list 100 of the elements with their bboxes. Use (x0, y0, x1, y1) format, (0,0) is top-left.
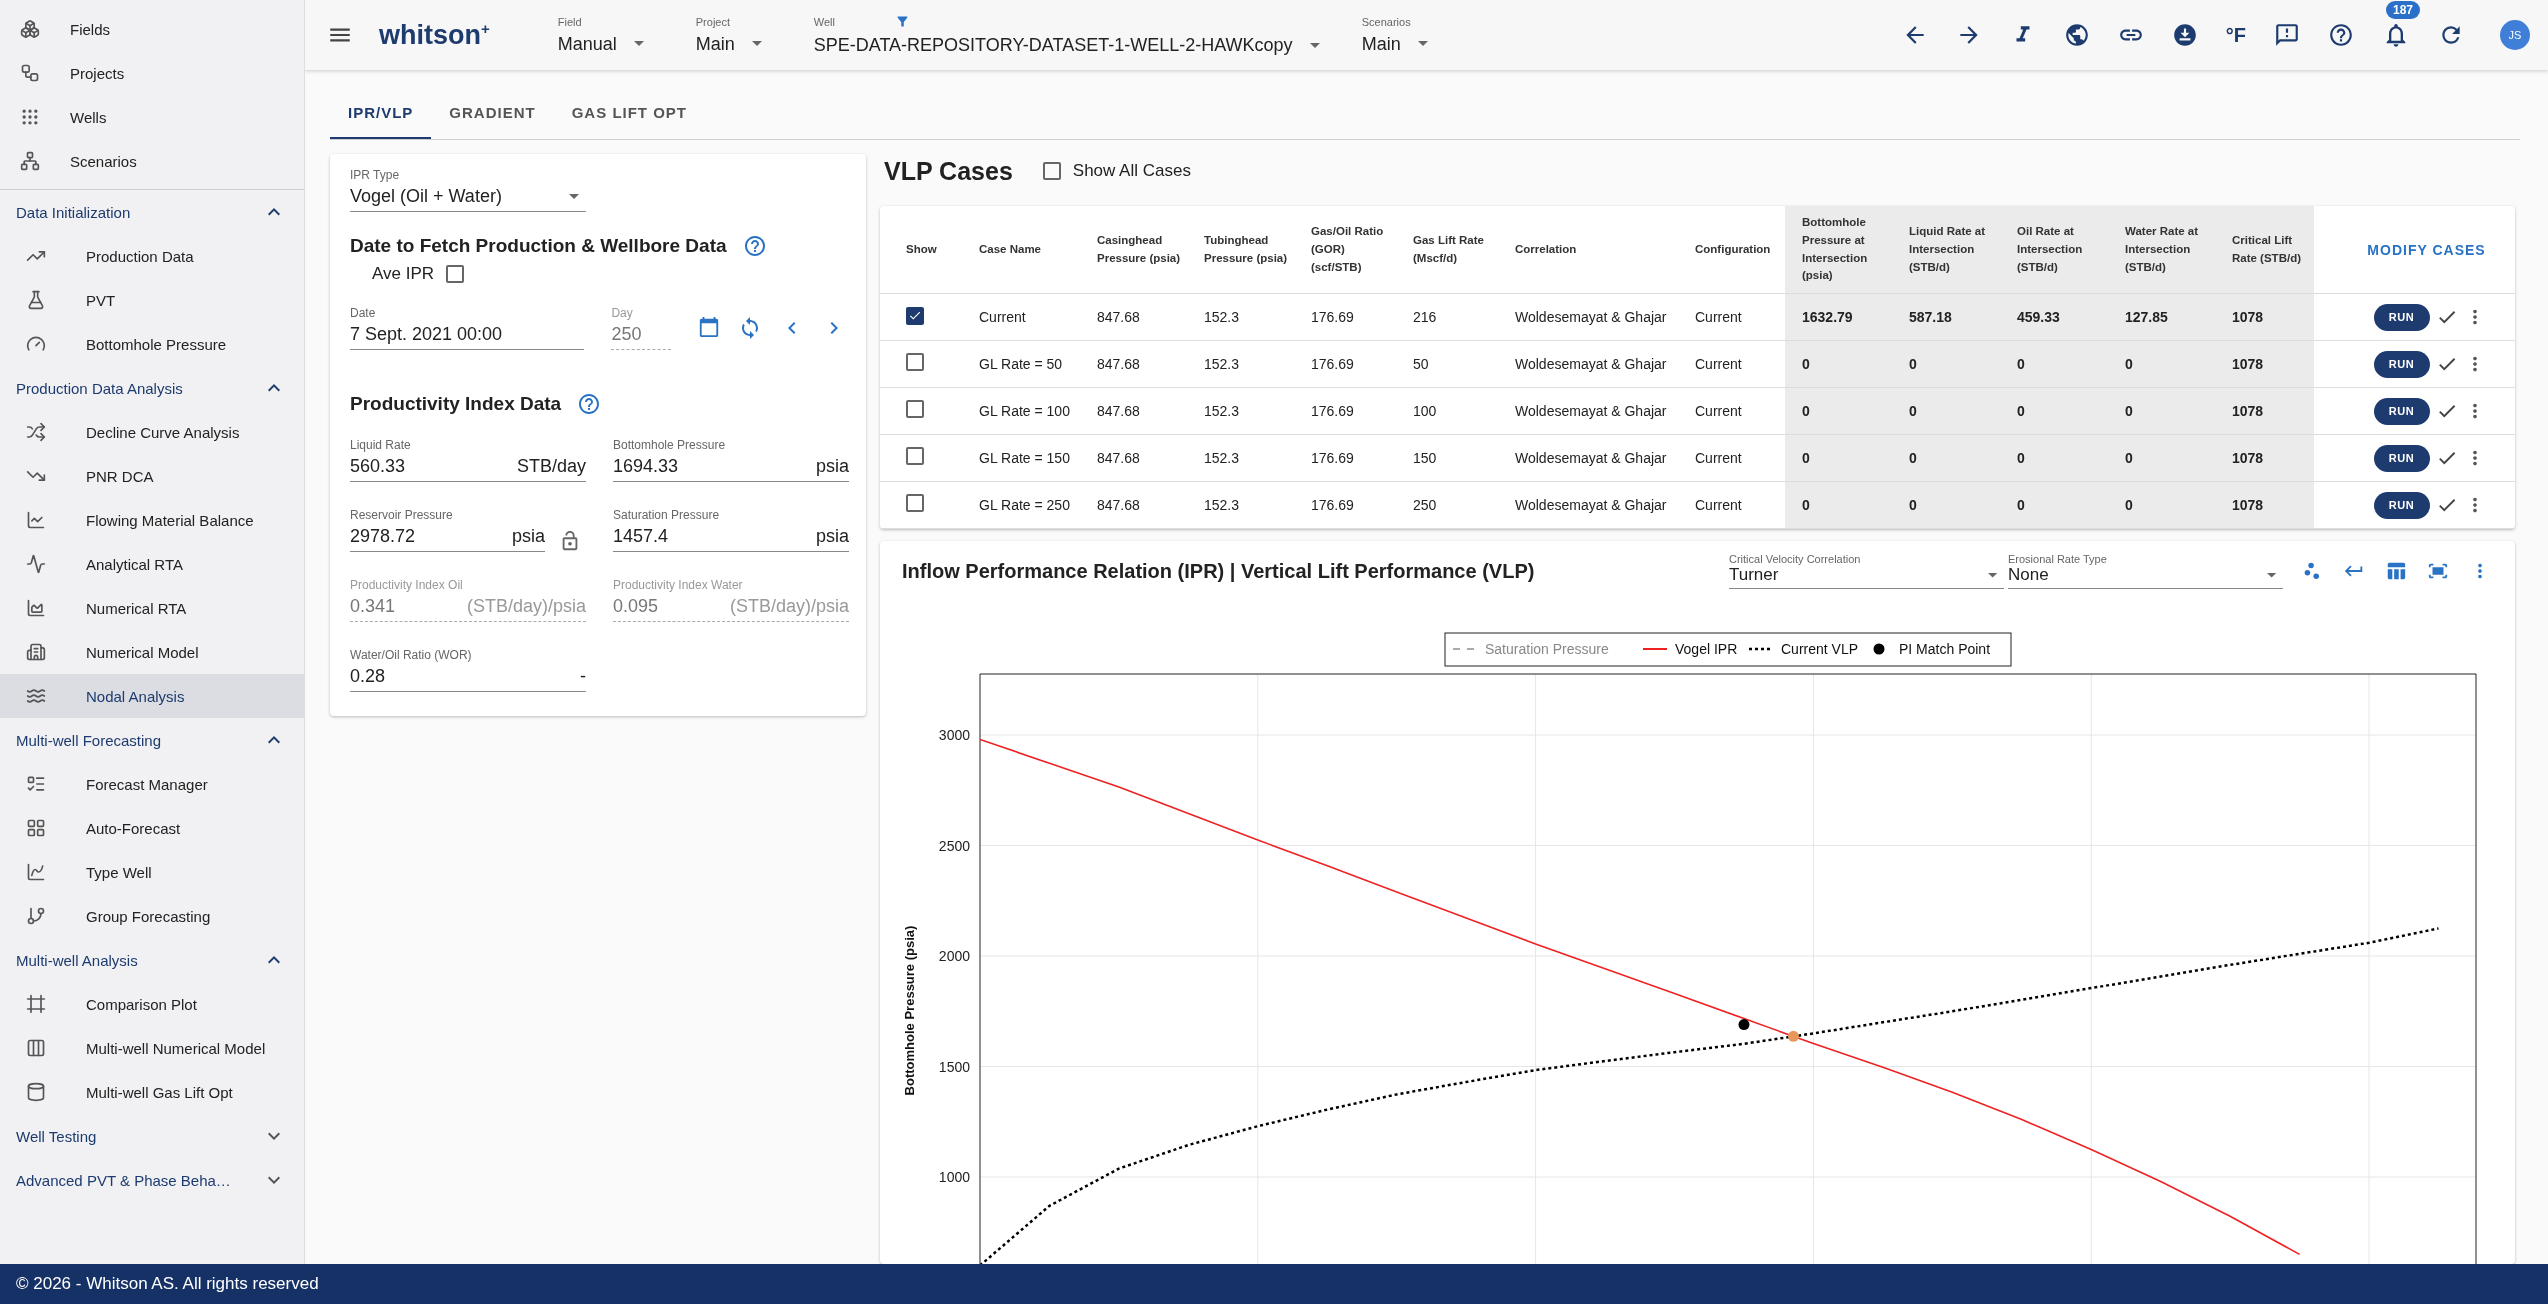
sidebar-item[interactable]: Forecast Manager (0, 762, 304, 806)
sidebar-item[interactable]: Decline Curve Analysis (0, 410, 304, 454)
checkbox[interactable] (446, 265, 465, 283)
checkbox[interactable] (906, 306, 924, 325)
sidebar-item[interactable]: Auto-Forecast (0, 806, 304, 850)
input-field[interactable]: Reservoir Pressure 2978.72 psia (350, 508, 545, 552)
sidebar-section-header[interactable]: Multi-well Analysis (0, 938, 304, 982)
sidebar-item[interactable]: Multi-well Numerical Model (0, 1026, 304, 1070)
run-button[interactable]: RUN (2373, 397, 2430, 425)
tab[interactable]: GRADIENT (431, 88, 554, 139)
column-header: Tubinghead Pressure (psia) (1187, 206, 1294, 294)
checkbox[interactable] (906, 447, 924, 466)
sidebar-item-icon (20, 19, 40, 39)
sidebar-item[interactable]: Analytical RTA (0, 542, 304, 586)
section-title: Date to Fetch Production & Wellbore Data (350, 235, 727, 257)
globe-icon[interactable] (2063, 22, 2090, 48)
sidebar-item-icon (26, 774, 46, 794)
sidebar-item[interactable]: Scenarios (0, 139, 304, 183)
table-cell: GL Rate = 150 (962, 434, 1080, 482)
sidebar-item[interactable]: Numerical RTA (0, 586, 304, 630)
sidebar-item[interactable]: Multi-well Gas Lift Opt (0, 1070, 304, 1114)
sidebar-item[interactable]: Group Forecasting (0, 894, 304, 938)
sidebar-item[interactable]: Flowing Material Balance (0, 498, 304, 542)
sidebar-item[interactable]: Production Data (0, 234, 304, 278)
table-cell: 152.3 (1187, 293, 1294, 341)
select-field[interactable]: Erosional Rate Type None (2008, 553, 2283, 590)
section-title: VLP Cases (884, 156, 1013, 186)
sidebar-section-header[interactable]: Advanced PVT & Phase Beha… (0, 1158, 304, 1202)
table-cell: 847.68 (1080, 481, 1187, 529)
sidebar-item-icon (26, 598, 46, 618)
sidebar-item[interactable]: Nodal Analysis (0, 674, 304, 718)
sidebar-item[interactable]: Fields (0, 7, 304, 51)
selector-dropdown[interactable]: Well SPE-DATA-REPOSITORY-DATASET-1-WELL-2-HAWKcopy (813, 14, 1334, 56)
sidebar-item[interactable]: Projects (0, 51, 304, 95)
caret-icon (1417, 41, 1428, 47)
y-tick-label: 1500 (938, 1058, 970, 1075)
table-cell: 127.85 (2108, 293, 2215, 341)
sidebar-item[interactable]: Numerical Model (0, 630, 304, 674)
selector-dropdown[interactable]: Project Main (695, 15, 786, 55)
modify-cases-button[interactable]: MODIFY CASES (2359, 237, 2494, 262)
input-field[interactable]: Bottomhole Pressure 1694.33 psia (613, 438, 849, 482)
sidebar-section-header[interactable]: Multi-well Forecasting (0, 718, 304, 762)
help-icon[interactable] (2328, 22, 2354, 48)
column-header: Correlation (1498, 206, 1678, 294)
download-icon[interactable] (2171, 22, 2198, 48)
select-field[interactable]: Critical Velocity Correlation Turner (1729, 553, 2004, 590)
legend-item[interactable]: Vogel IPR (1642, 641, 1738, 658)
run-button[interactable]: RUN (2373, 491, 2430, 519)
intersection-point (1787, 1031, 1799, 1043)
sidebar-item[interactable]: Bottomhole Pressure (0, 322, 304, 366)
input-field[interactable]: Water/Oil Ratio (WOR) 0.28 - (350, 648, 586, 692)
help-icon[interactable] (577, 392, 602, 416)
table-cell: 847.68 (1080, 293, 1187, 341)
checkbox[interactable] (1042, 162, 1061, 180)
table-cell: 0 (1892, 434, 2000, 482)
checkbox[interactable] (906, 494, 924, 513)
table-cell: GL Rate = 250 (962, 481, 1080, 529)
sidebar-section-header[interactable]: Well Testing (0, 1114, 304, 1158)
sidebar-item-icon (26, 906, 46, 926)
y-axis-title: Bottomhole Pressure (psia) (902, 925, 917, 1096)
ipr-type-select[interactable]: IPR Type Vogel (Oil + Water) (350, 168, 586, 212)
tab[interactable]: IPR/VLP (330, 88, 432, 139)
sidebar-item[interactable]: Comparison Plot (0, 982, 304, 1026)
checkbox[interactable] (906, 353, 924, 372)
column-header: Critical Lift Rate (STB/d) (2215, 206, 2314, 294)
checkbox[interactable] (906, 400, 924, 419)
input-field[interactable]: Saturation Pressure 1457.4 psia (613, 508, 849, 552)
input-field[interactable]: Liquid Rate 560.33 STB/day (350, 438, 586, 482)
sidebar-section-header[interactable]: Data Initialization (0, 190, 304, 234)
table-cell: 1632.79 (1785, 293, 1892, 341)
caret-icon (2266, 572, 2276, 578)
sidebar-item[interactable]: Wells (0, 95, 304, 139)
run-button[interactable]: RUN (2373, 303, 2430, 331)
feedback-icon[interactable] (2274, 22, 2300, 48)
run-button[interactable]: RUN (2373, 350, 2430, 378)
unit-toggle[interactable]: °F (2225, 23, 2246, 47)
sidebar-item[interactable]: Type Well (0, 850, 304, 894)
table-cell: 0 (2000, 340, 2108, 388)
checkbox-label: Show All Cases (1072, 161, 1191, 181)
sidebar-item[interactable]: PNR DCA (0, 454, 304, 498)
run-button[interactable]: RUN (2373, 444, 2430, 472)
legend-item[interactable]: Saturation Pressure (1452, 641, 1609, 658)
table-cell: 847.68 (1080, 434, 1187, 482)
legend-item[interactable]: PI Match Point (1873, 641, 1991, 658)
tab[interactable]: GAS LIFT OPT (553, 88, 706, 139)
selector-dropdown[interactable]: Field Manual (557, 15, 668, 55)
selector-dropdown[interactable]: Scenarios Main (1361, 15, 1482, 55)
table-cell: 0 (1785, 340, 1892, 388)
table-cell: 0 (1892, 387, 2000, 435)
user-avatar[interactable]: JS (2500, 20, 2530, 50)
sidebar-item[interactable]: PVT (0, 278, 304, 322)
column-header: Show (880, 206, 962, 294)
help-icon[interactable] (742, 234, 767, 258)
legend-item[interactable]: Current VLP (1749, 641, 1859, 658)
sidebar-section-header[interactable]: Production Data Analysis (0, 366, 304, 410)
table-cell: 0 (2108, 340, 2215, 388)
table-cell: 152.3 (1187, 481, 1294, 529)
date-field[interactable]: Date 7 Sept. 2021 00:00 (350, 306, 585, 350)
calendar-icon[interactable] (698, 316, 720, 338)
table-cell: 50 (1396, 340, 1498, 388)
